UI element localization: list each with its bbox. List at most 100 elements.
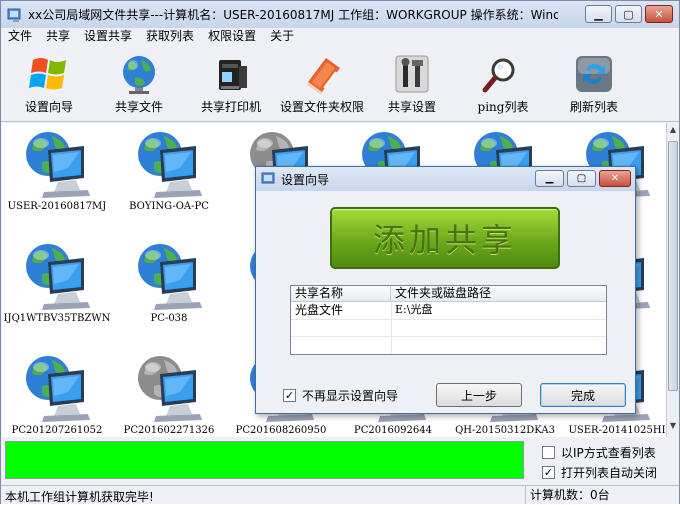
auto-close-label: 打开列表自动关闭	[561, 466, 658, 480]
dialog-title: 设置向导	[281, 172, 330, 187]
scroll-thumb[interactable]	[668, 141, 678, 391]
scroll-down-icon[interactable]: ▼	[668, 421, 678, 435]
computer-item[interactable]: IJQ1WTBV35TBZWN	[2, 235, 112, 345]
scroll-up-icon[interactable]: ▲	[668, 125, 678, 139]
computer-icon	[138, 244, 202, 310]
share-settings-button[interactable]: 共享设置	[382, 45, 442, 122]
dialog-minimize-button[interactable]: ▁	[535, 170, 564, 187]
setup-wizard-button[interactable]: 设置向导	[19, 45, 79, 122]
previous-label: 上一步	[460, 388, 497, 403]
share-printer-button[interactable]: 共享打印机	[199, 45, 263, 122]
share-files-label: 共享文件	[114, 100, 163, 114]
app-icon	[7, 8, 21, 22]
maximize-button[interactable]: ▢	[615, 5, 642, 23]
maximize-icon: ▢	[623, 7, 634, 21]
computer-name: USER-20160817MJ	[7, 201, 107, 212]
menu-file[interactable]: 文件	[1, 28, 39, 45]
computer-icon	[138, 356, 202, 422]
ip-view-checkbox[interactable]	[542, 446, 555, 459]
computer-item[interactable]: BOYING-OA-PC	[114, 123, 224, 233]
dialog-close-button[interactable]: ✕	[599, 170, 631, 187]
computer-name: QH-20150312DKA3	[455, 425, 555, 436]
share-files-button[interactable]: 共享文件	[109, 45, 169, 122]
menu-get-list[interactable]: 获取列表	[139, 28, 201, 45]
computer-name: BOYING-OA-PC	[129, 201, 209, 212]
toolbar: 设置向导 共享文件 共享打印机 设置文件夹权限 共享设置 ping列表 刷新列表	[1, 45, 679, 122]
book-icon	[307, 58, 340, 95]
magnifier-icon	[482, 58, 515, 93]
globe-icon	[123, 56, 155, 94]
add-share-button[interactable]: 添加共享	[330, 207, 560, 269]
setup-wizard-dialog: 设置向导 ▁ ▢ ✕ 添加共享 共享名称 文件夹或磁盘路径 光盘文件 E:\光盘…	[255, 166, 636, 414]
tools-icon	[395, 55, 429, 93]
finish-label: 完成	[570, 388, 595, 403]
computer-item[interactable]: USER-20160817MJ	[2, 123, 112, 233]
grid-line	[291, 319, 606, 320]
folder-permissions-label: 设置文件夹权限	[279, 100, 364, 114]
computer-item[interactable]: PC-038	[114, 235, 224, 345]
window-title: xx公司局域网文件共享---计算机名：USER-20160817MJ 工作组：W…	[28, 8, 558, 22]
dont-show-checkbox[interactable]: ✓	[283, 389, 296, 402]
computer-name: PC2016092644	[353, 425, 432, 436]
vertical-scrollbar[interactable]: ▲ ▼	[666, 123, 679, 437]
share-table[interactable]: 共享名称 文件夹或磁盘路径 光盘文件 E:\光盘	[290, 285, 607, 355]
folder-permissions-button[interactable]: 设置文件夹权限	[279, 45, 365, 122]
computer-name: PC-038	[150, 313, 188, 324]
share-printer-label: 共享打印机	[200, 100, 261, 114]
previous-button[interactable]: 上一步	[436, 383, 522, 407]
computer-icon	[26, 244, 90, 310]
auto-close-checkbox[interactable]: ✓	[542, 466, 555, 479]
close-icon: ✕	[610, 173, 620, 184]
auto-close-option[interactable]: ✓ 打开列表自动关闭	[542, 464, 657, 481]
main-window: xx公司局域网文件共享---计算机名：USER-20160817MJ 工作组：W…	[0, 0, 680, 504]
dont-show-label: 不再显示设置向导	[302, 389, 399, 403]
ping-list-label: ping列表	[477, 100, 529, 114]
ping-list-button[interactable]: ping列表	[473, 45, 533, 122]
computer-name: USER-20141025HI	[568, 425, 666, 436]
dialog-maximize-button[interactable]: ▢	[567, 170, 596, 187]
refresh-list-button[interactable]: 刷新列表	[564, 45, 624, 122]
add-share-label: 添加共享	[372, 221, 517, 259]
menu-permissions[interactable]: 权限设置	[201, 28, 263, 45]
menu-share-settings[interactable]: 设置共享	[77, 28, 139, 45]
ip-view-option[interactable]: 以IP方式查看列表	[542, 444, 656, 461]
ip-view-label: 以IP方式查看列表	[561, 446, 656, 460]
computer-name: PC201602271326	[123, 425, 215, 436]
menu-share[interactable]: 共享	[39, 28, 77, 45]
bottom-panel: 以IP方式查看列表 ✓ 打开列表自动关闭	[1, 438, 679, 484]
computer-icon	[26, 132, 90, 198]
setup-wizard-label: 设置向导	[24, 100, 73, 114]
close-button[interactable]: ✕	[645, 5, 673, 23]
finish-button[interactable]: 完成	[540, 383, 626, 407]
refresh-list-label: 刷新列表	[569, 100, 618, 114]
computer-name: IJQ1WTBV35TBZWN	[3, 313, 111, 324]
minimize-icon: ▁	[594, 7, 603, 21]
maximize-icon: ▢	[576, 173, 587, 184]
table-cell-path[interactable]: E:\光盘	[391, 302, 606, 318]
status-bar: 本机工作组计算机获取完毕! 计算机数：0台	[1, 485, 679, 504]
dont-show-option[interactable]: ✓ 不再显示设置向导	[283, 387, 398, 404]
minimize-icon: ▁	[545, 173, 554, 184]
windows-flag-icon	[29, 58, 66, 90]
minimize-button[interactable]: ▁	[585, 5, 612, 23]
computer-icon	[26, 356, 90, 422]
dialog-app-icon	[261, 172, 275, 184]
computer-name: PC201608260950	[235, 425, 327, 436]
computer-name: PC201207261052	[11, 425, 103, 436]
share-settings-label: 共享设置	[387, 100, 436, 114]
refresh-icon	[576, 56, 612, 92]
dialog-title-bar[interactable]: 设置向导 ▁ ▢ ✕	[256, 167, 635, 191]
progress-bar	[5, 441, 524, 479]
close-icon: ✕	[654, 7, 664, 21]
status-message: 本机工作组计算机获取完毕!	[5, 490, 154, 504]
title-bar[interactable]: xx公司局域网文件共享---计算机名：USER-20160817MJ 工作组：W…	[1, 1, 679, 28]
computer-count: 计算机数：0台	[525, 486, 679, 504]
column-header-share-name[interactable]: 共享名称	[291, 286, 391, 302]
column-header-path[interactable]: 文件夹或磁盘路径	[391, 286, 606, 302]
table-cell-share-name[interactable]: 光盘文件	[291, 302, 391, 318]
menu-bar: 文件 共享 设置共享 获取列表 权限设置 关于	[1, 28, 679, 45]
menu-about[interactable]: 关于	[263, 28, 301, 45]
grid-line	[291, 336, 606, 337]
computer-icon	[138, 132, 202, 198]
printer-icon	[219, 60, 247, 90]
